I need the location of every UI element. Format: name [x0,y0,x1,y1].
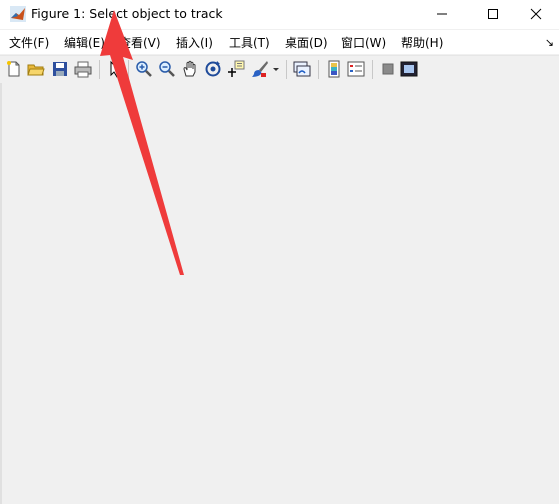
print-icon[interactable] [74,60,92,78]
brush-dropdown-icon[interactable] [271,60,281,78]
toolbar [0,55,559,84]
colorbar-icon[interactable] [325,60,343,78]
menu-edit[interactable]: 编辑(E) [64,34,105,51]
toolbar-separator [372,60,373,79]
menu-file[interactable]: 文件(F) [9,34,49,51]
menu-window[interactable]: 窗口(W) [341,34,386,51]
menu-bar: 文件(F) 编辑(E) 查看(V) 插入(I) 工具(T) 桌面(D) 窗口(W… [0,30,559,54]
figure-canvas[interactable] [0,83,559,504]
title-bar: Figure 1: Select object to track [0,0,559,29]
minimize-button[interactable] [419,0,465,29]
toolbar-separator [99,60,100,79]
show-plot-tools-icon[interactable] [400,60,418,78]
legend-icon[interactable] [347,60,365,78]
zoom-in-icon[interactable] [135,60,153,78]
zoom-out-icon[interactable] [158,60,176,78]
matlab-icon [10,6,26,22]
brush-icon[interactable] [251,60,269,78]
pan-hand-icon[interactable] [181,60,199,78]
window-left-border [0,83,2,504]
menu-tools[interactable]: 工具(T) [229,34,270,51]
menu-desktop[interactable]: 桌面(D) [285,34,328,51]
dock-arrow-icon[interactable]: ↘ [545,36,554,49]
new-figure-icon[interactable] [5,60,23,78]
hide-plot-tools-icon[interactable] [379,60,397,78]
menu-insert[interactable]: 插入(I) [176,34,213,51]
data-cursor-icon[interactable] [227,60,245,78]
rotate-3d-icon[interactable] [204,60,222,78]
menu-view[interactable]: 查看(V) [119,34,161,51]
close-button[interactable] [513,0,559,29]
link-plot-icon[interactable] [293,60,311,78]
open-file-icon[interactable] [27,60,45,78]
window-title: Figure 1: Select object to track [31,6,223,21]
maximize-button[interactable] [470,0,516,29]
toolbar-separator [286,60,287,79]
toolbar-separator [318,60,319,79]
toolbar-separator [128,60,129,79]
select-pointer-icon[interactable] [106,60,124,78]
save-icon[interactable] [51,60,69,78]
menu-help[interactable]: 帮助(H) [401,34,443,51]
